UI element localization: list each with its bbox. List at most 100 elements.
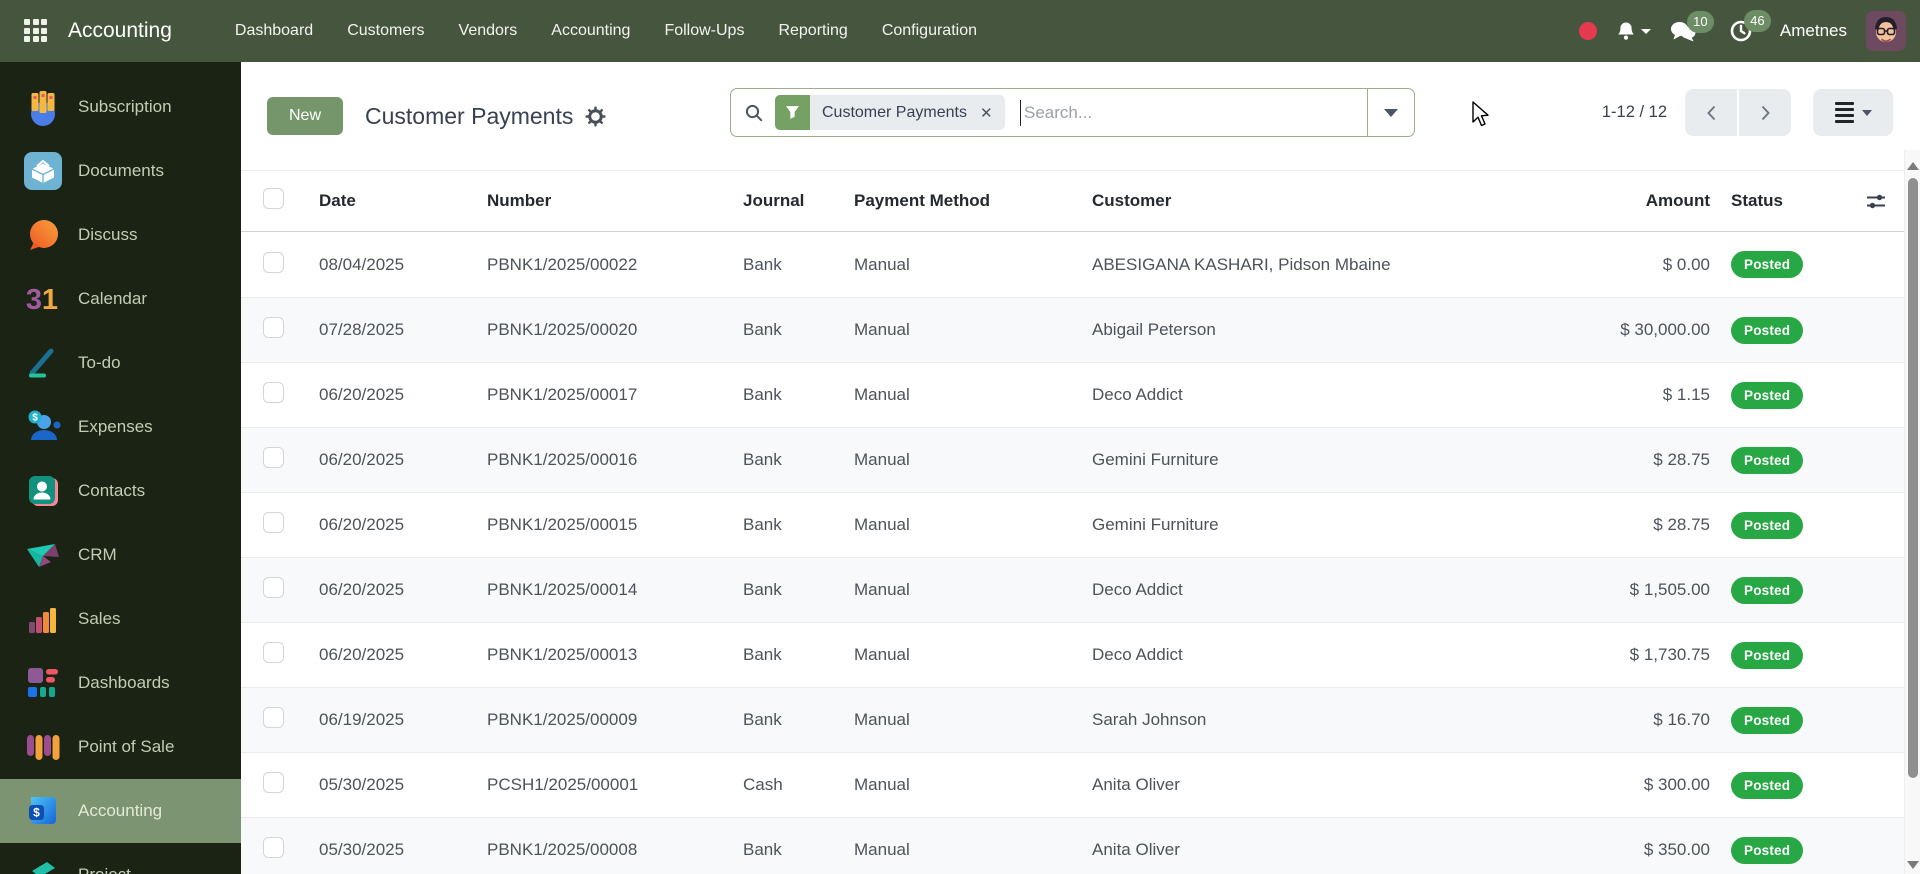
scroll-up-icon[interactable]	[1906, 162, 1920, 170]
column-header-date[interactable]: Date	[319, 191, 487, 211]
chevron-down-icon	[1384, 108, 1398, 117]
sidebar-item-discuss[interactable]: Discuss	[0, 203, 241, 267]
search-dropdown-toggle[interactable]	[1367, 89, 1414, 136]
search-input[interactable]	[1024, 102, 1367, 123]
avatar-image	[1866, 11, 1906, 51]
menu-item-accounting[interactable]: Accounting	[534, 0, 647, 62]
chevron-down-icon	[1861, 109, 1872, 116]
sidebar-item-sales[interactable]: Sales	[0, 587, 241, 651]
sidebar-item-point-of-sale[interactable]: Point of Sale	[0, 715, 241, 779]
table-row[interactable]: 05/30/2025 PCSH1/2025/00001 Cash Manual …	[241, 752, 1904, 817]
cell-customer: Sarah Johnson	[1092, 710, 1207, 729]
menu-item-dashboard[interactable]: Dashboard	[218, 0, 330, 62]
table-row[interactable]: 08/04/2025 PBNK1/2025/00022 Bank Manual …	[241, 232, 1904, 297]
sidebar-item-contacts[interactable]: Contacts	[0, 459, 241, 523]
scrollbar-thumb[interactable]	[1907, 178, 1918, 778]
column-header-customer[interactable]: Customer	[1092, 191, 1517, 211]
table-row[interactable]: 06/20/2025 PBNK1/2025/00013 Bank Manual …	[241, 622, 1904, 687]
remove-filter-icon[interactable]: ✕	[978, 104, 1005, 122]
menu-item-customers[interactable]: Customers	[330, 0, 441, 62]
column-header-amount[interactable]: Amount	[1517, 191, 1710, 211]
gear-icon[interactable]	[585, 105, 606, 127]
point-of-sale-icon	[27, 735, 60, 760]
menu-item-reporting[interactable]: Reporting	[761, 0, 864, 62]
select-all-checkbox[interactable]	[263, 188, 284, 209]
column-header-number[interactable]: Number	[487, 191, 743, 211]
subscription-icon	[31, 91, 55, 126]
status-badge: Posted	[1731, 641, 1804, 669]
row-checkbox[interactable]	[263, 772, 284, 793]
cell-journal: Bank	[743, 710, 782, 729]
sidebar-item-dashboards[interactable]: Dashboards	[0, 651, 241, 715]
menu-item-followups[interactable]: Follow-Ups	[647, 0, 761, 62]
column-header-journal[interactable]: Journal	[743, 191, 854, 211]
table-row[interactable]: 06/20/2025 PBNK1/2025/00016 Bank Manual …	[241, 427, 1904, 492]
cell-date: 06/20/2025	[319, 515, 405, 534]
cell-customer: Anita Oliver	[1092, 840, 1180, 859]
user-name[interactable]: Ametnes	[1780, 21, 1847, 41]
row-checkbox[interactable]	[263, 382, 284, 403]
filter-chip[interactable]: Customer Payments ✕	[775, 95, 1005, 130]
filter-funnel-icon	[775, 95, 810, 130]
cell-journal: Bank	[743, 840, 782, 859]
table-header: Date Number Journal Payment Method Custo…	[241, 170, 1904, 232]
sidebar-item-accounting[interactable]: $ Accounting	[0, 779, 241, 843]
cell-date: 06/20/2025	[319, 450, 405, 469]
list-view-toggle[interactable]	[1813, 89, 1893, 136]
project-icon	[32, 862, 55, 874]
table-row[interactable]: 05/30/2025 PBNK1/2025/00008 Bank Manual …	[241, 817, 1904, 874]
scrollbar[interactable]	[1904, 150, 1920, 874]
row-checkbox[interactable]	[263, 447, 284, 468]
sidebar-item-calendar[interactable]: 31 Calendar	[0, 267, 241, 331]
cell-date: 06/20/2025	[319, 645, 405, 664]
status-badge: Posted	[1731, 706, 1804, 734]
row-checkbox[interactable]	[263, 837, 284, 858]
search-icon	[745, 104, 763, 122]
recording-indicator-icon	[1578, 22, 1597, 40]
scroll-down-icon[interactable]	[1906, 861, 1920, 869]
row-checkbox[interactable]	[263, 707, 284, 728]
menu-item-vendors[interactable]: Vendors	[442, 0, 535, 62]
new-button[interactable]: New	[267, 97, 344, 135]
app-name[interactable]: Accounting	[68, 19, 172, 43]
search-bar[interactable]: Customer Payments ✕	[730, 88, 1415, 137]
list-view-icon	[1834, 102, 1854, 123]
cell-number: PBNK1/2025/00016	[487, 450, 638, 469]
row-checkbox[interactable]	[263, 512, 284, 533]
table-row[interactable]: 07/28/2025 PBNK1/2025/00020 Bank Manual …	[241, 297, 1904, 362]
table-row[interactable]: 06/20/2025 PBNK1/2025/00014 Bank Manual …	[241, 557, 1904, 622]
sidebar-item-expenses[interactable]: $ Expenses	[0, 395, 241, 459]
expenses-icon: $	[28, 410, 61, 440]
avatar[interactable]	[1866, 11, 1906, 51]
column-header-status[interactable]: Status	[1710, 191, 1860, 211]
sidebar-item-project[interactable]: Project	[0, 843, 241, 874]
notifications-button[interactable]	[1616, 21, 1651, 41]
cell-amount: $ 30,000.00	[1620, 320, 1710, 339]
activities-button[interactable]: 46	[1729, 10, 1771, 43]
table-row[interactable]: 06/20/2025 PBNK1/2025/00015 Bank Manual …	[241, 492, 1904, 557]
sidebar-item-crm[interactable]: CRM	[0, 523, 241, 587]
status-badge: Posted	[1731, 771, 1804, 799]
messages-button[interactable]: 10	[1670, 10, 1714, 43]
cell-customer: ABESIGANA KASHARI, Pidson Mbaine	[1092, 254, 1391, 274]
column-header-method[interactable]: Payment Method	[854, 191, 1092, 211]
row-checkbox[interactable]	[263, 251, 284, 273]
column-settings-button[interactable]	[1860, 193, 1904, 210]
sidebar-item-subscription[interactable]: Subscription	[0, 75, 241, 139]
sidebar-item-documents[interactable]: Documents	[0, 139, 241, 203]
cell-amount: $ 28.75	[1653, 515, 1710, 534]
sidebar-item-todo[interactable]: To-do	[0, 331, 241, 395]
row-checkbox[interactable]	[263, 317, 284, 338]
prev-page-button[interactable]	[1685, 89, 1737, 136]
table-row[interactable]: 06/19/2025 PBNK1/2025/00009 Bank Manual …	[241, 687, 1904, 752]
table-row[interactable]: 06/20/2025 PBNK1/2025/00017 Bank Manual …	[241, 362, 1904, 427]
row-checkbox[interactable]	[263, 577, 284, 598]
apps-menu-icon[interactable]	[24, 19, 48, 43]
table-body: 08/04/2025 PBNK1/2025/00022 Bank Manual …	[241, 232, 1904, 874]
menu-item-configuration[interactable]: Configuration	[865, 0, 994, 62]
cell-method: Manual	[854, 580, 910, 599]
row-checkbox[interactable]	[263, 642, 284, 663]
cell-customer: Gemini Furniture	[1092, 450, 1219, 469]
cell-journal: Bank	[743, 515, 782, 534]
next-page-button[interactable]	[1739, 89, 1791, 136]
